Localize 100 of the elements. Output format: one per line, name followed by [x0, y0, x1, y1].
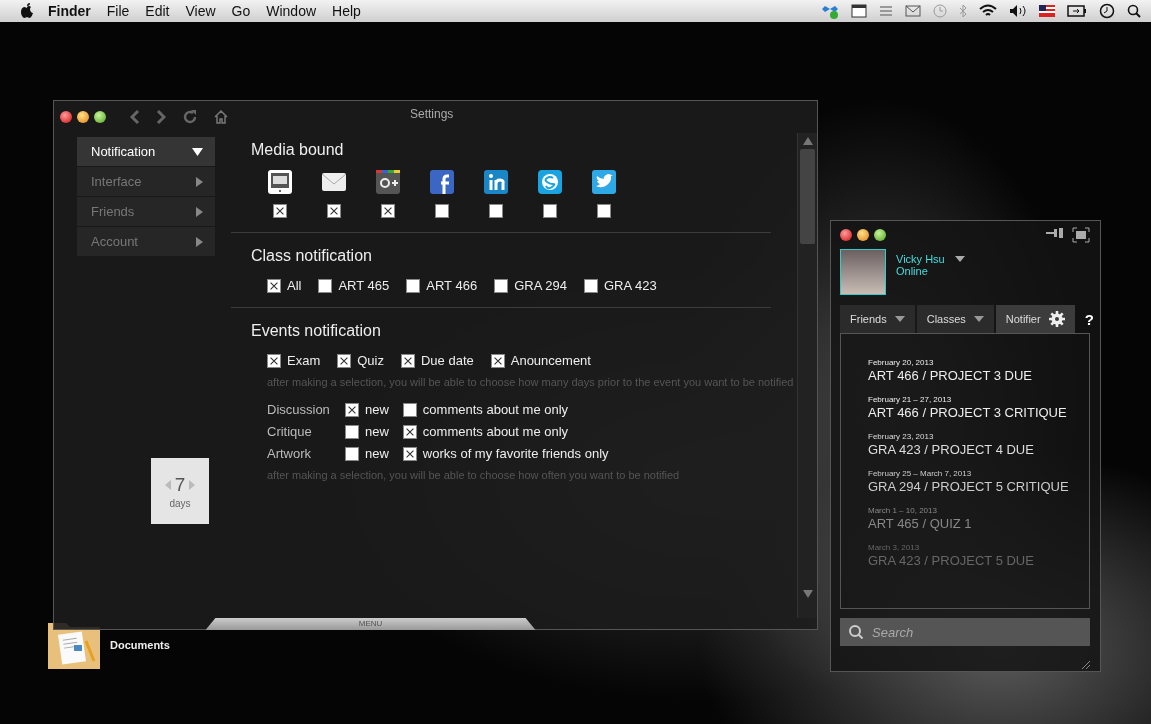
checkbox[interactable]: [267, 353, 281, 368]
menu-item[interactable]: Window: [258, 3, 325, 19]
caret-right-icon: [196, 176, 203, 187]
checkbox[interactable]: [273, 204, 287, 218]
checkbox-label[interactable]: new: [365, 424, 389, 439]
checkbox-label[interactable]: comments about me only: [422, 402, 569, 417]
checkbox-label[interactable]: Exam: [287, 353, 321, 368]
section-heading: Events notification: [251, 322, 382, 340]
checkbox[interactable]: [345, 424, 359, 439]
checkbox[interactable]: [543, 204, 557, 218]
window-title: Settings: [410, 107, 454, 121]
checkbox[interactable]: [402, 424, 417, 439]
event-title[interactable]: GRA 423 / PROJECT 4 DUE: [868, 442, 1089, 457]
speaker-icon[interactable]: [1009, 4, 1027, 18]
apple-logo-icon[interactable]: [20, 3, 34, 19]
checkbox-label[interactable]: works of my favorite friends only: [422, 446, 609, 461]
pin-icon[interactable]: [1046, 227, 1064, 239]
checkbox[interactable]: [406, 278, 421, 293]
zoom-button[interactable]: [94, 111, 106, 123]
menu-tab[interactable]: MENU: [205, 618, 536, 630]
search-icon[interactable]: [1127, 4, 1141, 18]
menu-item[interactable]: Go: [223, 3, 259, 19]
event-date: February 20, 2013: [868, 358, 935, 367]
checkbox-label[interactable]: Anouncement: [510, 353, 591, 368]
event-title[interactable]: ART 466 / PROJECT 3 DUE: [868, 368, 1089, 383]
checkbox-label[interactable]: new: [365, 402, 389, 417]
google-plus-icon[interactable]: [375, 169, 401, 195]
checkbox-label[interactable]: ART 465: [338, 278, 390, 293]
checkbox[interactable]: [597, 204, 611, 218]
checkbox[interactable]: [345, 402, 359, 417]
checkbox-label[interactable]: GRA 423: [603, 278, 657, 293]
event-title[interactable]: GRA 294 / PROJECT 5 CRITIQUE: [868, 479, 1089, 494]
refresh-icon[interactable]: [182, 109, 198, 125]
linkedin-icon[interactable]: [483, 169, 509, 195]
close-button[interactable]: [60, 111, 72, 123]
menu-item[interactable]: View: [177, 3, 224, 19]
scroll-down-arrow-icon[interactable]: [802, 590, 813, 598]
checkbox[interactable]: [435, 204, 449, 218]
checkbox[interactable]: [381, 204, 395, 218]
menu-item[interactable]: Edit: [137, 3, 178, 19]
clock-icon[interactable]: [1099, 3, 1115, 19]
wifi-icon[interactable]: [979, 4, 997, 18]
checkbox[interactable]: [318, 278, 333, 293]
home-icon[interactable]: [214, 110, 228, 124]
search-field[interactable]: Search: [872, 618, 1082, 646]
checkbox-label[interactable]: Quiz: [357, 353, 384, 368]
checkbox[interactable]: [494, 278, 509, 293]
event-title[interactable]: ART 466 / PROJECT 3 CRITIQUE: [868, 405, 1089, 420]
menu-item[interactable]: File: [98, 3, 138, 19]
row-label: Artwork: [267, 446, 313, 461]
flag-icon[interactable]: [1039, 5, 1055, 17]
checkbox-label[interactable]: new: [365, 446, 389, 461]
settings-gear-icon: [1048, 311, 1065, 327]
help-button[interactable]: ?: [1084, 310, 1094, 328]
battery-icon[interactable]: [1067, 5, 1087, 17]
tab[interactable]: Friends: [840, 305, 915, 333]
menu-app-name[interactable]: Finder: [34, 3, 99, 19]
checkbox-label[interactable]: Due date: [420, 353, 474, 368]
row-label: Critique: [267, 424, 313, 439]
checkbox[interactable]: [327, 204, 341, 218]
scroll-up-arrow-icon[interactable]: [802, 137, 813, 145]
menu-item[interactable]: Help: [324, 3, 369, 19]
search-bar[interactable]: Search: [840, 618, 1090, 646]
checkbox[interactable]: [490, 353, 505, 368]
event-date: February 23, 2013: [868, 432, 935, 441]
event-title[interactable]: ART 465 / QUIZ 1: [868, 516, 1089, 531]
phone-icon[interactable]: [267, 169, 293, 195]
checkbox[interactable]: [402, 402, 417, 417]
twitter-icon[interactable]: [591, 169, 617, 195]
checkbox[interactable]: [583, 278, 598, 293]
facebook-icon[interactable]: [429, 169, 455, 195]
checkbox[interactable]: [267, 278, 281, 293]
avatar-photo-placeholder: [840, 249, 886, 295]
tab[interactable]: Notifier: [995, 305, 1075, 333]
checkbox[interactable]: [345, 446, 359, 461]
sidebar-item[interactable]: Notification: [77, 137, 215, 166]
scrollbar-thumb[interactable]: [800, 149, 815, 244]
section-heading: Media bound: [251, 141, 345, 159]
desktop-icon-label[interactable]: Documents: [110, 639, 170, 651]
minimize-button[interactable]: [77, 111, 89, 123]
checkbox[interactable]: [400, 353, 415, 368]
calendar-icon[interactable]: [851, 4, 867, 18]
caret-down-icon[interactable]: [954, 256, 965, 262]
scrollbar[interactable]: [797, 133, 817, 618]
checkbox-label[interactable]: GRA 294: [514, 278, 567, 293]
checkbox[interactable]: [489, 204, 503, 218]
checkbox[interactable]: [402, 446, 417, 461]
caret-right-icon: [196, 236, 203, 247]
tab[interactable]: Classes: [916, 305, 994, 333]
checkbox-label[interactable]: comments about me only: [422, 424, 569, 439]
close-button[interactable]: [840, 229, 852, 241]
user-name: Vicky Hsu: [896, 253, 945, 265]
resize-grip-icon[interactable]: [1080, 659, 1090, 669]
checkbox[interactable]: [337, 353, 352, 368]
zoom-button[interactable]: [874, 229, 886, 241]
checkbox-label[interactable]: All: [287, 278, 302, 293]
skype-icon[interactable]: [537, 169, 563, 195]
fullscreen-icon[interactable]: [1072, 227, 1090, 243]
minimize-button[interactable]: [857, 229, 869, 241]
checkbox-label[interactable]: ART 466: [426, 278, 478, 293]
